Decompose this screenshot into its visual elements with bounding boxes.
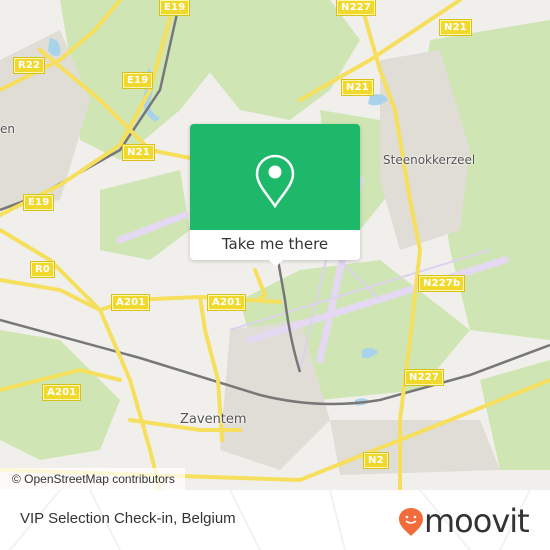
road-shield-n227b: N227b: [417, 275, 466, 292]
road-shield-n21: N21: [439, 19, 472, 36]
place-label-steenokkerzeel: Steenokkerzeel: [383, 153, 476, 167]
place-label-zaventem: Zaventem: [180, 412, 247, 427]
location-title: VIP Selection Check-in, Belgium: [20, 510, 236, 527]
road-shield-n2: N2: [363, 452, 389, 469]
take-me-there-button[interactable]: Take me there: [190, 230, 360, 260]
road-shield-r0: R0: [29, 261, 56, 278]
road-shield-n227: N227: [403, 369, 445, 386]
road-shield-e19: E19: [158, 0, 191, 16]
road-shield-n21: N21: [122, 144, 155, 161]
location-popup: Take me there: [190, 124, 360, 267]
road-shield-r22: R22: [12, 57, 46, 74]
place-label-partial: en: [0, 122, 15, 136]
road-shield-a201: A201: [110, 294, 151, 311]
moovit-wordmark: moovit: [424, 502, 530, 540]
map-attribution[interactable]: © OpenStreetMap contributors: [0, 468, 185, 490]
location-pin-icon: [255, 154, 295, 209]
moovit-logo[interactable]: moovit: [398, 500, 538, 540]
popup-header: [190, 124, 360, 230]
road-shield-n21: N21: [341, 79, 374, 96]
moovit-pin-icon: [399, 508, 423, 536]
road-shield-e19: E19: [22, 194, 55, 211]
road-shield-a201: A201: [41, 384, 82, 401]
road-shield-n227: N227: [335, 0, 377, 16]
road-shield-a201: A201: [206, 294, 247, 311]
popup-pointer: [267, 258, 285, 267]
road-shield-e19: E19: [121, 72, 154, 89]
